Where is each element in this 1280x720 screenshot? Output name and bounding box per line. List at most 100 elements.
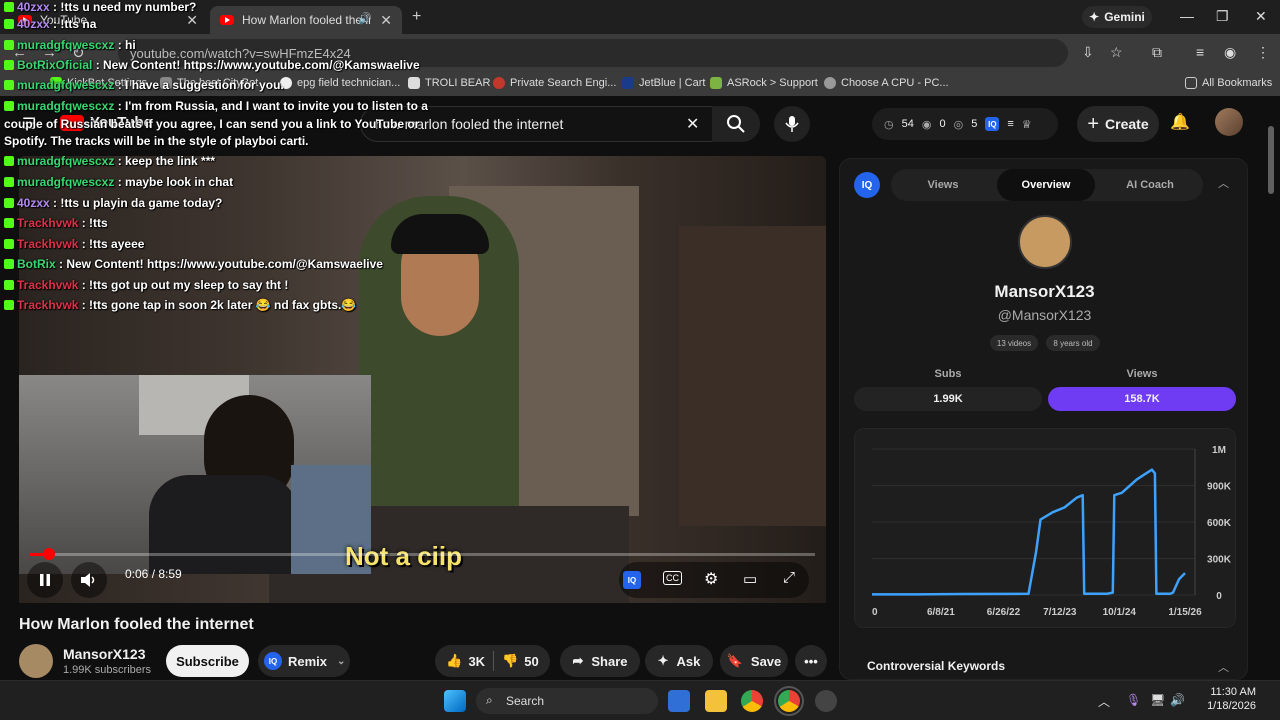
subscribe-button[interactable]: Subscribe (166, 645, 249, 677)
pause-icon (40, 574, 50, 586)
save-button[interactable]: 🔖 Save (720, 645, 788, 677)
create-button[interactable]: + Create (1077, 106, 1159, 142)
progress-bar[interactable] (30, 548, 815, 560)
sparkle-icon: ✦ (1089, 10, 1100, 24)
progress-scrubber[interactable] (42, 548, 55, 560)
chevron-up-icon[interactable]: ︿ (1218, 659, 1229, 675)
voice-search-button[interactable] (774, 106, 810, 142)
bookmark-star-icon[interactable]: ☆ (1110, 44, 1123, 61)
chat-message: Trackhvwk : !tts gone tap in soon 2k lat… (4, 298, 356, 312)
bookmark-item[interactable]: JetBlue | Cart (622, 77, 705, 89)
account-avatar[interactable] (1215, 108, 1243, 136)
eye-icon: ◉ (921, 118, 932, 131)
channel-name[interactable]: MansorX123 (63, 646, 145, 662)
list-icon[interactable]: ≡ (1007, 118, 1013, 130)
maximize-button[interactable]: ❐ (1216, 8, 1229, 25)
bookmark-item[interactable]: ASRock > Support (710, 77, 818, 89)
install-icon[interactable]: ⇩ (1082, 44, 1094, 61)
menu-icon[interactable]: ⋮ (1256, 44, 1270, 61)
pause-button[interactable] (27, 562, 63, 598)
tab-ai-coach[interactable]: AI Coach (1097, 169, 1203, 201)
channel-subscribers: 1.99K subscribers (63, 664, 152, 676)
ask-label: Ask (676, 653, 701, 669)
extensions-icon[interactable]: ⧉ (1152, 44, 1162, 61)
more-actions-button[interactable]: ••• (795, 645, 827, 677)
chat-text: : !tts got up out my sleep to say tht ! (81, 278, 289, 292)
tab-overview[interactable]: Overview (997, 169, 1095, 201)
close-icon[interactable]: ✕ (186, 12, 198, 29)
chat-username: 40zxx (17, 196, 54, 210)
store-icon[interactable] (668, 690, 690, 712)
vidiq-logo-icon[interactable]: IQ (854, 172, 880, 198)
clear-search-icon[interactable]: ✕ (686, 114, 699, 134)
chart-series-line (872, 468, 1186, 596)
search-button[interactable] (712, 106, 760, 142)
bookmark-icon: 🔖 (726, 653, 743, 668)
all-bookmarks[interactable]: All Bookmarks (1185, 77, 1272, 89)
start-windows-icon[interactable] (444, 690, 466, 712)
tab-views[interactable]: Views (891, 169, 995, 201)
panel-channel-name: MansorX123 (994, 282, 1095, 301)
trophy-icon[interactable]: ♕ (1022, 118, 1032, 131)
share-button[interactable]: ➦ Share (560, 645, 640, 677)
subs-value[interactable]: 1.99K (854, 387, 1042, 411)
like-button[interactable]: 👍 3K (446, 653, 485, 669)
theater-mode-icon[interactable]: ▭ (743, 570, 757, 588)
channel-avatar[interactable] (19, 644, 53, 678)
subs-label: Subs (934, 368, 962, 380)
settings-gear-icon[interactable]: ⚙ (704, 569, 718, 589)
speaker-icon[interactable]: 🔊 (1170, 693, 1185, 707)
search-icon (727, 115, 745, 133)
chat-badge-icon (4, 177, 14, 187)
new-tab-button[interactable]: + (412, 8, 421, 26)
views-value[interactable]: 158.7K (1048, 387, 1236, 411)
window-close-button[interactable]: ✕ (1255, 8, 1267, 25)
stat-a: 54 (901, 118, 914, 130)
vidiq-icon[interactable]: IQ (623, 571, 641, 589)
close-icon[interactable]: ✕ (380, 12, 392, 29)
fullscreen-icon[interactable]: ⤢ (783, 569, 795, 586)
tab-video[interactable]: How Marlon fooled the inte 🔊 ✕ (210, 6, 402, 34)
chat-badge-icon (4, 198, 14, 208)
chat-text: : I'm from Russia, and I want to invite … (117, 99, 428, 113)
collapse-chevron-icon[interactable]: ︿ (1218, 175, 1229, 191)
headwrap (391, 214, 489, 254)
chrome-active-icon[interactable] (774, 686, 804, 716)
taskbar-search[interactable]: ⌕ Search (476, 688, 658, 714)
profile-icon[interactable]: ◉ (1224, 44, 1236, 61)
extension-stats-pill[interactable]: ◷ 54 ◉ 0 ◎ 5 IQ ≡ ♕ (872, 108, 1058, 140)
remix-button[interactable]: IQ Remix ⌄ (258, 645, 350, 677)
volume-button[interactable] (71, 562, 107, 598)
clock-icon: ◷ (884, 118, 894, 131)
vidiq-side-panel: IQ Views Overview AI Coach ︿ MansorX123 … (839, 158, 1248, 680)
chat-badge-icon (4, 2, 14, 12)
chrome-icon[interactable] (741, 690, 763, 712)
chat-text: : hi (117, 38, 136, 52)
network-icon[interactable]: 🖥 (1150, 693, 1165, 707)
audio-icon[interactable]: 🔊 (358, 12, 372, 25)
bookmark-item[interactable]: Private Search Engi... (493, 77, 616, 89)
stat-c: 5 (971, 118, 978, 130)
mic-tray-icon[interactable]: 🎙 (1126, 693, 1141, 707)
chat-badge-icon (4, 101, 14, 111)
page-scrollbar[interactable] (1268, 126, 1274, 194)
chevron-down-icon[interactable]: ⌄ (337, 656, 345, 667)
taskbar-clock[interactable]: 11:30 AM 1/18/2026 (1196, 686, 1256, 712)
vidiq-icon[interactable]: IQ (985, 117, 1000, 131)
bookmark-item[interactable]: epg field technician... (280, 77, 400, 89)
ask-button[interactable]: ✦ Ask (645, 645, 713, 677)
dislike-button[interactable]: 👎 50 (502, 653, 539, 669)
gemini-button[interactable]: ✦ Gemini (1082, 6, 1152, 28)
media-icon[interactable]: ≡ (1196, 44, 1204, 60)
minimize-button[interactable]: — (1180, 8, 1194, 24)
bookmark-item[interactable]: Choose A CPU - PC... (824, 77, 949, 89)
tray-chevron-up-icon[interactable]: ︿ (1098, 693, 1110, 710)
captions-icon[interactable]: CC (663, 571, 682, 585)
video-player[interactable]: Not a ciip 0:06 / 8:59 IQ CC ⚙ ▭ ⤢ (19, 156, 826, 603)
file-explorer-icon[interactable] (705, 690, 727, 712)
app-icon[interactable] (815, 690, 837, 712)
create-label: Create (1105, 116, 1149, 132)
chat-text: Spotify. The tracks will be in the style… (4, 134, 309, 148)
bookmark-item[interactable]: TROLI BEAR (408, 77, 490, 89)
notifications-bell-icon[interactable]: 🔔 (1170, 112, 1190, 132)
